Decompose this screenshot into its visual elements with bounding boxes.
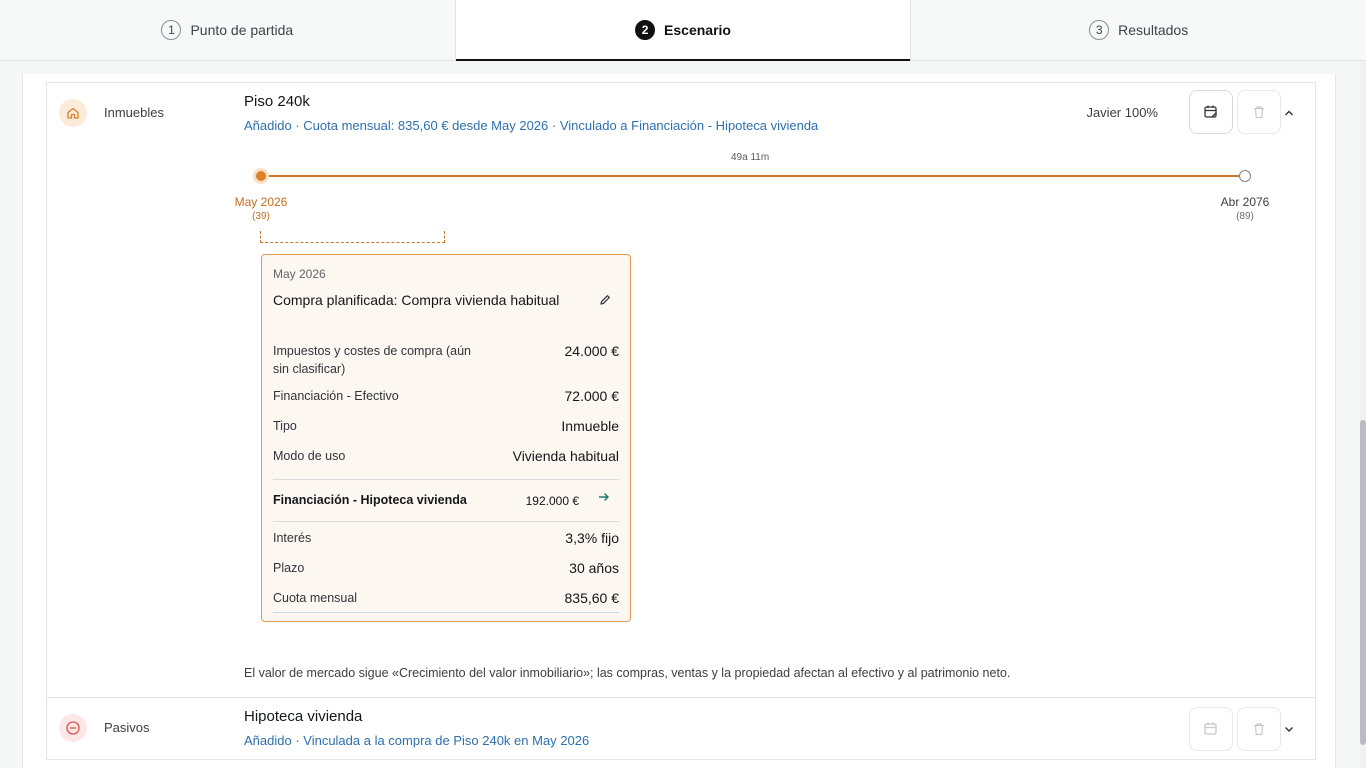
row-label: Interés bbox=[273, 531, 312, 545]
row-label: Impuestos y costes de compra (aún sin cl… bbox=[273, 344, 472, 376]
end-age: (89) bbox=[1236, 211, 1254, 222]
row-value: Inmueble bbox=[561, 418, 619, 434]
timeline-duration: 49a 11m bbox=[731, 152, 770, 163]
step-escenario[interactable]: 2 Escenario bbox=[454, 0, 912, 61]
step-label: Punto de partida bbox=[190, 22, 294, 38]
event-date: May 2026 bbox=[273, 267, 326, 281]
chevron-up-icon bbox=[1285, 110, 1293, 116]
event-connector bbox=[260, 231, 445, 243]
trash-icon bbox=[1254, 723, 1264, 736]
financing-amount: 192.000 € bbox=[525, 494, 579, 508]
schedule-button[interactable] bbox=[1189, 90, 1233, 134]
step-number: 3 bbox=[1089, 20, 1110, 40]
row-value: Vivienda habitual bbox=[512, 448, 619, 464]
start-date: May 2026 bbox=[234, 195, 288, 209]
timeline-track bbox=[261, 175, 1245, 177]
financing-link[interactable]: Financiación - Hipoteca vivienda 192.000… bbox=[273, 493, 619, 513]
calendar-edit-icon bbox=[1204, 722, 1217, 735]
timeline-start-label: May 2026 (39) bbox=[227, 195, 295, 222]
row-label: Modo de uso bbox=[273, 449, 346, 463]
inmuebles-item: Inmuebles Piso 240k Añadido · Cuota mens… bbox=[46, 82, 1316, 698]
liability-subtitle: Añadido · Vinculada a la compra de Piso … bbox=[244, 733, 590, 748]
card-divider bbox=[273, 521, 619, 522]
trash-icon bbox=[1254, 106, 1264, 119]
asset-subtitle: Añadido · Cuota mensual: 835,60 € desde … bbox=[244, 118, 819, 133]
step-punto-de-partida[interactable]: 1 Punto de partida bbox=[0, 0, 455, 60]
liability-title: Hipoteca vivienda bbox=[244, 708, 363, 725]
row-value: 24.000 € bbox=[564, 343, 620, 359]
financing-row: Plazo 30 años bbox=[273, 559, 619, 577]
row-value: 835,60 € bbox=[564, 590, 620, 606]
step-number: 2 bbox=[635, 20, 656, 40]
category-label: Pasivos bbox=[104, 720, 150, 735]
delete-button[interactable] bbox=[1237, 707, 1281, 751]
row-value: 72.000 € bbox=[564, 388, 620, 404]
schedule-button[interactable] bbox=[1189, 707, 1233, 751]
scrollbar-thumb[interactable] bbox=[1360, 420, 1366, 745]
event-card: May 2026 Compra planificada: Compra vivi… bbox=[261, 254, 631, 622]
event-title: Compra planificada: Compra vivienda habi… bbox=[273, 292, 560, 308]
house-icon bbox=[59, 99, 87, 127]
calendar-edit-icon bbox=[1204, 105, 1218, 118]
row-value: 30 años bbox=[569, 560, 619, 576]
event-row: Financiación - Efectivo 72.000 € bbox=[273, 387, 619, 405]
timeline-end-marker[interactable] bbox=[1239, 170, 1251, 182]
financing-row: Cuota mensual 835,60 € bbox=[273, 589, 619, 607]
event-row: Modo de uso Vivienda habitual bbox=[273, 447, 619, 465]
event-row: Impuestos y costes de compra (aún sin cl… bbox=[273, 342, 619, 378]
wizard-stepper: 1 Punto de partida 2 Escenario 3 Resulta… bbox=[0, 0, 1366, 61]
scenario-content: Inmuebles Piso 240k Añadido · Cuota mens… bbox=[22, 74, 1336, 768]
pasivos-item: Pasivos Hipoteca vivienda Añadido · Vinc… bbox=[46, 697, 1316, 760]
timeline-end-label: Abr 2076 (89) bbox=[1212, 195, 1278, 222]
step-label: Resultados bbox=[1118, 22, 1189, 38]
end-date: Abr 2076 bbox=[1220, 195, 1270, 209]
card-divider bbox=[273, 612, 619, 613]
expand-button[interactable] bbox=[1281, 721, 1297, 737]
card-divider bbox=[273, 479, 619, 480]
category-label: Inmuebles bbox=[104, 105, 164, 120]
financing-row: Interés 3,3% fijo bbox=[273, 529, 619, 547]
pencil-icon bbox=[600, 295, 610, 305]
arrow-right-icon[interactable] bbox=[597, 490, 613, 506]
event-row: Tipo Inmueble bbox=[273, 417, 619, 435]
financing-label: Financiación - Hipoteca vivienda bbox=[273, 493, 467, 507]
edit-event-button[interactable] bbox=[598, 293, 614, 309]
asset-title: Piso 240k bbox=[244, 93, 310, 110]
delete-button[interactable] bbox=[1237, 90, 1281, 134]
chevron-down-icon bbox=[1285, 727, 1293, 732]
owner-share: Javier 100% bbox=[1086, 105, 1158, 120]
start-age: (39) bbox=[252, 211, 270, 222]
row-label: Tipo bbox=[273, 419, 297, 433]
row-label: Plazo bbox=[273, 561, 305, 575]
minus-circle-icon bbox=[59, 714, 87, 742]
step-label: Escenario bbox=[664, 22, 731, 38]
market-value-note: El valor de mercado sigue «Crecimiento d… bbox=[244, 666, 1011, 680]
step-resultados[interactable]: 3 Resultados bbox=[911, 0, 1366, 60]
row-value: 3,3% fijo bbox=[565, 530, 619, 546]
timeline-start-marker[interactable] bbox=[253, 168, 269, 184]
step-number: 1 bbox=[161, 20, 182, 40]
row-label: Financiación - Efectivo bbox=[273, 389, 399, 403]
row-label: Cuota mensual bbox=[273, 591, 358, 605]
collapse-button[interactable] bbox=[1281, 105, 1297, 121]
